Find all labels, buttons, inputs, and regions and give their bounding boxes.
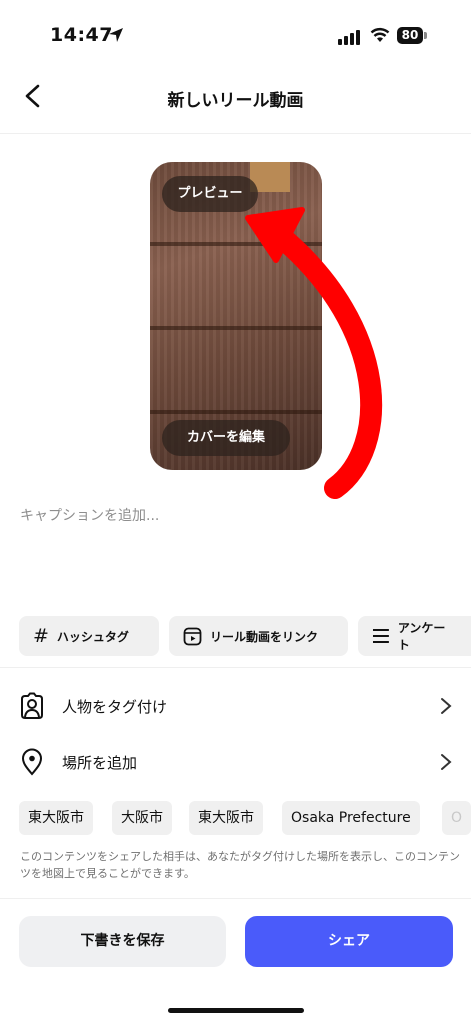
chevron-right-icon xyxy=(441,698,452,714)
reel-icon xyxy=(183,627,202,645)
footer-divider xyxy=(0,898,471,899)
page-title: 新しいリール動画 xyxy=(167,91,304,111)
wifi-icon xyxy=(370,27,390,42)
header-divider xyxy=(0,133,471,134)
location-chip[interactable]: O xyxy=(442,801,471,835)
poll-chip[interactable]: アンケート xyxy=(358,616,471,656)
chips-divider xyxy=(0,667,471,668)
tag-people-label: 人物をタグ付け xyxy=(62,697,168,716)
link-reel-chip[interactable]: リール動画をリンク xyxy=(169,616,348,656)
link-reel-chip-label: リール動画をリンク xyxy=(210,629,319,644)
share-button[interactable]: シェア xyxy=(245,916,453,967)
chevron-right-icon xyxy=(441,754,452,770)
add-location-label: 場所を追加 xyxy=(62,753,138,772)
save-draft-button[interactable]: 下書きを保存 xyxy=(19,916,226,967)
signal-icon xyxy=(338,30,360,45)
location-note: このコンテンツをシェアした相手は、あなたがタグ付けした場所を表示し、このコンテン… xyxy=(20,850,460,880)
location-pin-icon xyxy=(21,748,43,776)
add-location-row[interactable]: 場所を追加 xyxy=(18,742,452,782)
battery-icon: 80 xyxy=(397,27,423,44)
tag-people-row[interactable]: 人物をタグ付け xyxy=(18,686,452,726)
person-tag-icon xyxy=(21,692,43,719)
annotation-arrow-icon xyxy=(245,207,383,499)
location-arrow-icon xyxy=(109,28,123,42)
status-time: 14:47 xyxy=(50,24,113,46)
home-indicator[interactable] xyxy=(168,1008,304,1013)
list-icon xyxy=(372,629,389,643)
location-chip[interactable]: 大阪市 xyxy=(112,801,172,835)
location-chip[interactable]: 東大阪市 xyxy=(189,801,263,835)
hash-icon: # xyxy=(33,625,49,647)
hashtag-chip[interactable]: # ハッシュタグ xyxy=(19,616,159,656)
battery-tip xyxy=(424,32,427,39)
location-chip[interactable]: Osaka Prefecture xyxy=(282,801,420,835)
location-chip[interactable]: 東大阪市 xyxy=(19,801,93,835)
poll-chip-label: アンケート xyxy=(397,621,446,652)
hashtag-chip-label: ハッシュタグ xyxy=(56,629,129,644)
caption-input[interactable]: キャプションを追加... xyxy=(20,505,159,525)
